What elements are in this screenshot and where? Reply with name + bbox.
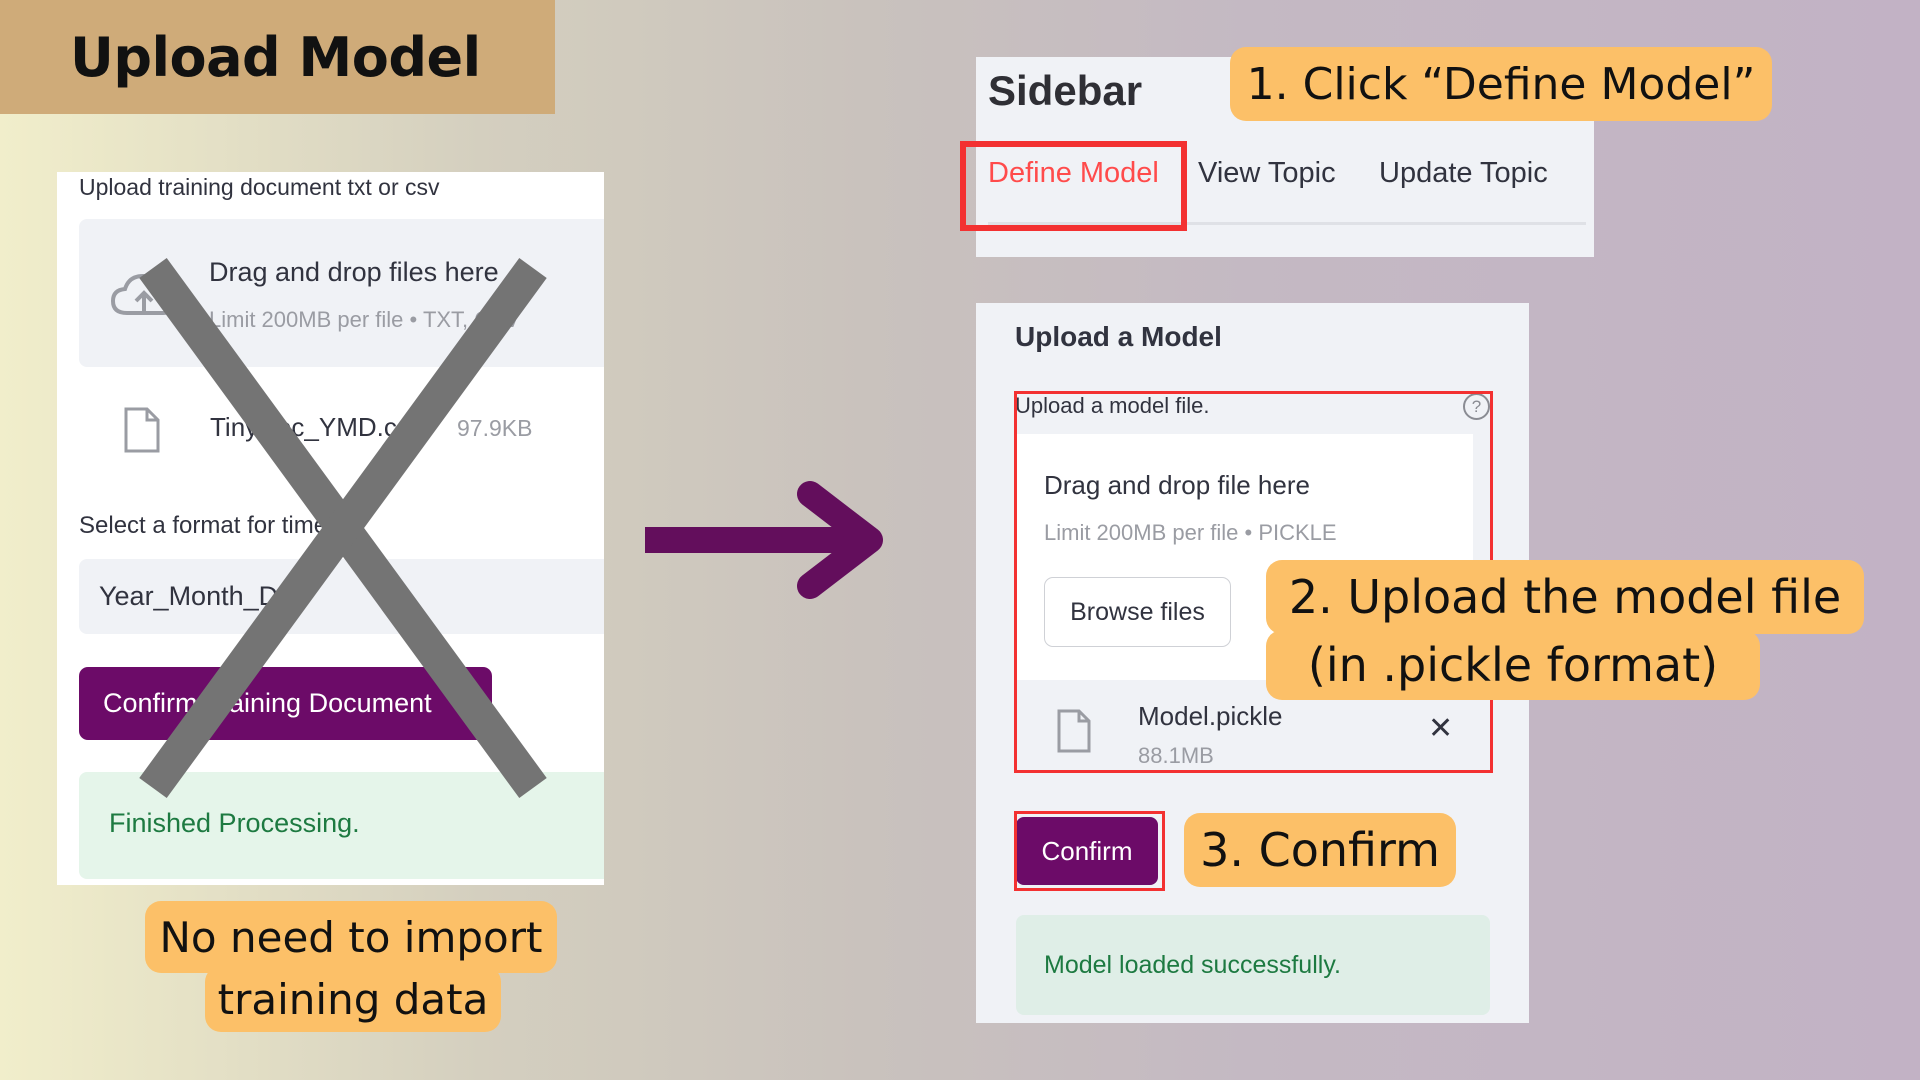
tab-view-topic[interactable]: View Topic — [1198, 157, 1336, 190]
upload-model-title: Upload a Model — [1015, 321, 1222, 352]
confirm-highlight — [1014, 811, 1165, 891]
step3-callout: 3. Confirm — [1184, 813, 1456, 887]
tab-update-topic[interactable]: Update Topic — [1379, 157, 1548, 190]
title-banner: Upload Model — [0, 0, 555, 114]
no-import-note-line2: training data — [205, 966, 501, 1032]
page-title: Upload Model — [70, 25, 481, 89]
model-success-text: Model loaded successfully. — [1044, 951, 1341, 979]
model-success-alert: Model loaded successfully. — [1016, 915, 1490, 1015]
define-model-highlight — [960, 141, 1187, 231]
step2-callout-line2: (in .pickle format) — [1266, 630, 1760, 700]
sidebar-title: Sidebar — [988, 67, 1143, 114]
right-arrow-icon — [645, 481, 883, 599]
step2-callout-line1: 2. Upload the model file — [1266, 560, 1864, 634]
cross-out-icon — [139, 257, 547, 799]
no-import-note-line1: No need to import — [145, 901, 557, 973]
training-success-text: Finished Processing. — [109, 808, 360, 838]
step1-callout: 1. Click “Define Model” — [1230, 47, 1772, 121]
training-upload-label: Upload training document txt or csv — [79, 174, 440, 200]
